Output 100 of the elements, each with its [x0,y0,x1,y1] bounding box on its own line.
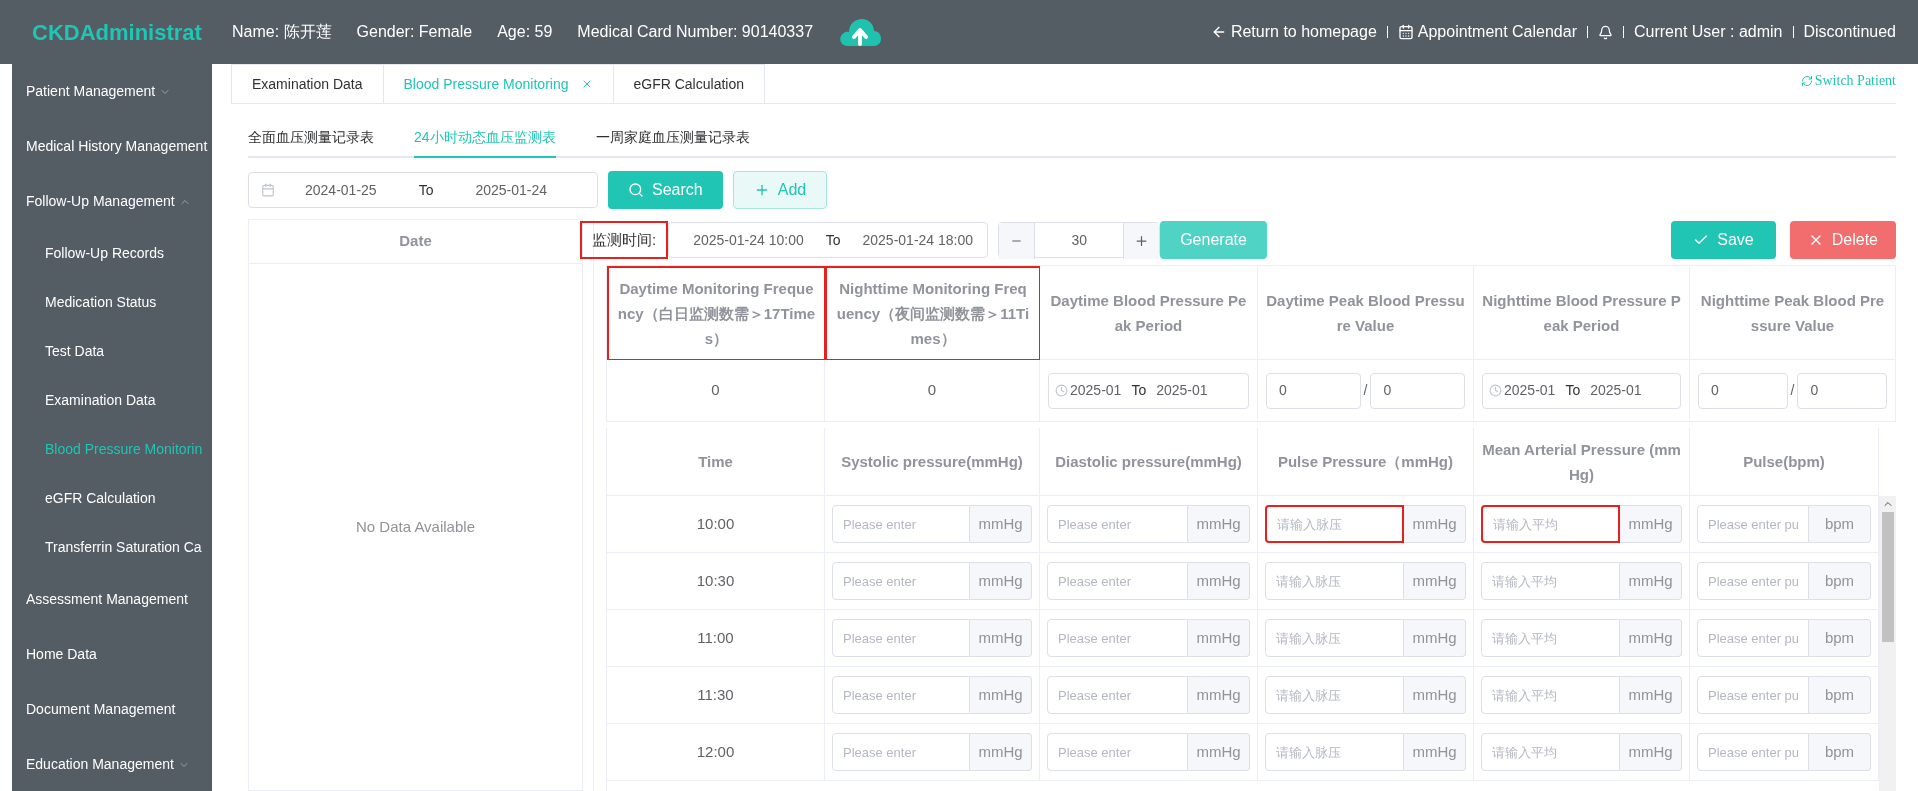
column-header: Nighttime Blood Pressure Peak Period [1474,266,1690,360]
unit-label: mmHg [1404,505,1466,543]
patient-info: Name: 陈开莲 [232,22,332,42]
sidebar-item[interactable]: Assessment Management [12,572,212,627]
input-field[interactable]: 0 [1698,372,1788,409]
column-header: Daytime Peak Blood Pressure Value [1258,266,1474,360]
notification-bell-icon[interactable] [1598,24,1613,40]
unit-label: mmHg [970,733,1032,771]
input-field[interactable]: 0 [1797,372,1887,409]
unit-label: mmHg [1620,733,1682,771]
refresh-icon [1800,74,1813,87]
time-range-picker[interactable]: 2024-01-25 To 2025-01-24 [248,172,598,208]
unit-label: mmHg [1188,562,1250,600]
range-end: 2025-01-24 [475,180,548,200]
sidebar-item[interactable]: Document Management [12,682,212,737]
column-header: Diastolic pressure(mmHg) [1040,428,1258,496]
sidebar-item[interactable]: Transferrin Saturation Ca [12,523,212,572]
unit-label: bpm [1809,733,1871,771]
unit-label: mmHg [1188,619,1250,657]
scrollbar[interactable] [1879,496,1896,791]
header-link[interactable]: Appointment Calendar [1397,20,1577,44]
calendar-icon [261,183,275,197]
input-field[interactable]: 0 [1266,372,1361,409]
unit-label: mmHg [1620,505,1682,543]
page-tab[interactable]: eGFR Calculation [612,64,765,104]
sub-tab[interactable]: 一周家庭血压测量记录表 [595,118,750,158]
column-header: Daytime Blood Pressure Peak Period [1040,266,1258,360]
unit-label: bpm [1809,562,1871,600]
unit-label: mmHg [1404,562,1466,600]
sidebar-item[interactable]: Examination Data [12,376,212,425]
sidebar-item[interactable]: Follow-Up Management [12,174,212,229]
column-header: Time [607,428,825,496]
unit-label: mmHg [1188,505,1250,543]
range-end: 2025-01 [1156,381,1208,400]
time-cell-text: 10:00 [696,513,735,534]
range-separator: To [825,230,841,250]
unit-label: mmHg [1188,733,1250,771]
unit-label: mmHg [970,505,1032,543]
input-field[interactable]: 请输入平均 [1481,505,1620,543]
unit-label: mmHg [970,562,1032,600]
clock-icon [1055,384,1068,397]
range-separator: To [1131,381,1147,400]
time-range-picker[interactable]: 2025-01 To 2025-01 [1048,372,1249,409]
range-separator: To [418,180,434,200]
sidebar-item[interactable]: Medical History Management [12,119,212,174]
patient-info: Medical Card Number: 90140337 [577,22,814,42]
sidebar-item[interactable]: Education Management [12,737,212,791]
time-range-picker[interactable]: 2025-01 To 2025-01 [1482,372,1681,409]
unit-label: bpm [1809,619,1871,657]
range-start: 2025-01-24 10:00 [693,230,804,250]
column-header: Pulse Pressure（mmHg) [1258,428,1474,496]
input-field[interactable]: 0 [1370,372,1465,409]
range-end: 2025-01-24 18:00 [862,230,974,250]
time-cell-text: 11:30 [697,684,734,705]
range-end: 2025-01 [1590,381,1642,400]
column-header: Nighttime Peak Blood Pressure Value [1690,266,1896,360]
value-separator: / [1790,381,1795,400]
interval-stepper[interactable]: 30 [998,222,1161,258]
unit-label: mmHg [1404,733,1466,771]
sidebar-item[interactable]: Follow-Up Records [12,229,212,278]
table-cell-text: 0 [927,380,937,401]
empty-message: No Data Available [356,516,475,537]
range-start: 2024-01-25 [305,180,377,200]
input-field[interactable]: 请输入脉压 [1265,505,1404,543]
clock-icon [1489,384,1502,397]
range-start: 2025-01 [1504,381,1556,400]
column-header: Date [249,220,582,264]
column-header: Pulse(bpm) [1690,428,1879,496]
time-cell-text: 11:00 [697,627,734,648]
patient-info: Age: 59 [497,22,553,42]
calendar-icon [1397,24,1414,40]
monitoring-time-label: 监测时间: [580,221,669,259]
sidebar-item[interactable]: Test Data [12,327,212,376]
sidebar-item[interactable]: Patient Management [12,64,212,119]
unit-label: mmHg [970,676,1032,714]
unit-label: bpm [1809,505,1871,543]
header-link[interactable]: Discontinued [1803,20,1896,44]
sidebar-item[interactable]: Home Data [12,627,212,682]
sidebar-item[interactable]: eGFR Calculation [12,474,212,523]
decrement-icon[interactable] [999,223,1036,259]
header-link[interactable]: Return to homepage [1210,20,1377,44]
unit-label: bpm [1809,676,1871,714]
column-header: Nighttime Monitoring Frequency（夜间监测数需＞11Times） [825,266,1040,360]
header-link[interactable]: Current User : admin [1634,20,1783,44]
unit-label: mmHg [1620,562,1682,600]
sidebar-item[interactable]: Medication Status [12,278,212,327]
cloud-upload-icon[interactable] [838,16,883,48]
unit-label: mmHg [1620,676,1682,714]
range-start: 2025-01 [1070,381,1122,400]
page-tab[interactable]: Examination Data [231,64,384,104]
column-header: Daytime Monitoring Frequency（白日监测数需＞17Times） [607,266,825,360]
unit-label: mmHg [1188,676,1250,714]
unit-label: mmHg [970,619,1032,657]
search-icon [628,182,644,198]
scrollbar-thumb[interactable] [1881,512,1894,642]
interval-value: 30 [1070,230,1088,250]
increment-icon[interactable] [1123,223,1160,259]
time-cell-text: 10:30 [696,570,735,591]
time-range-picker[interactable]: 2025-01-24 10:00 To 2025-01-24 18:00 [668,222,989,258]
sub-tab[interactable]: 全面血压测量记录表 [248,118,374,158]
